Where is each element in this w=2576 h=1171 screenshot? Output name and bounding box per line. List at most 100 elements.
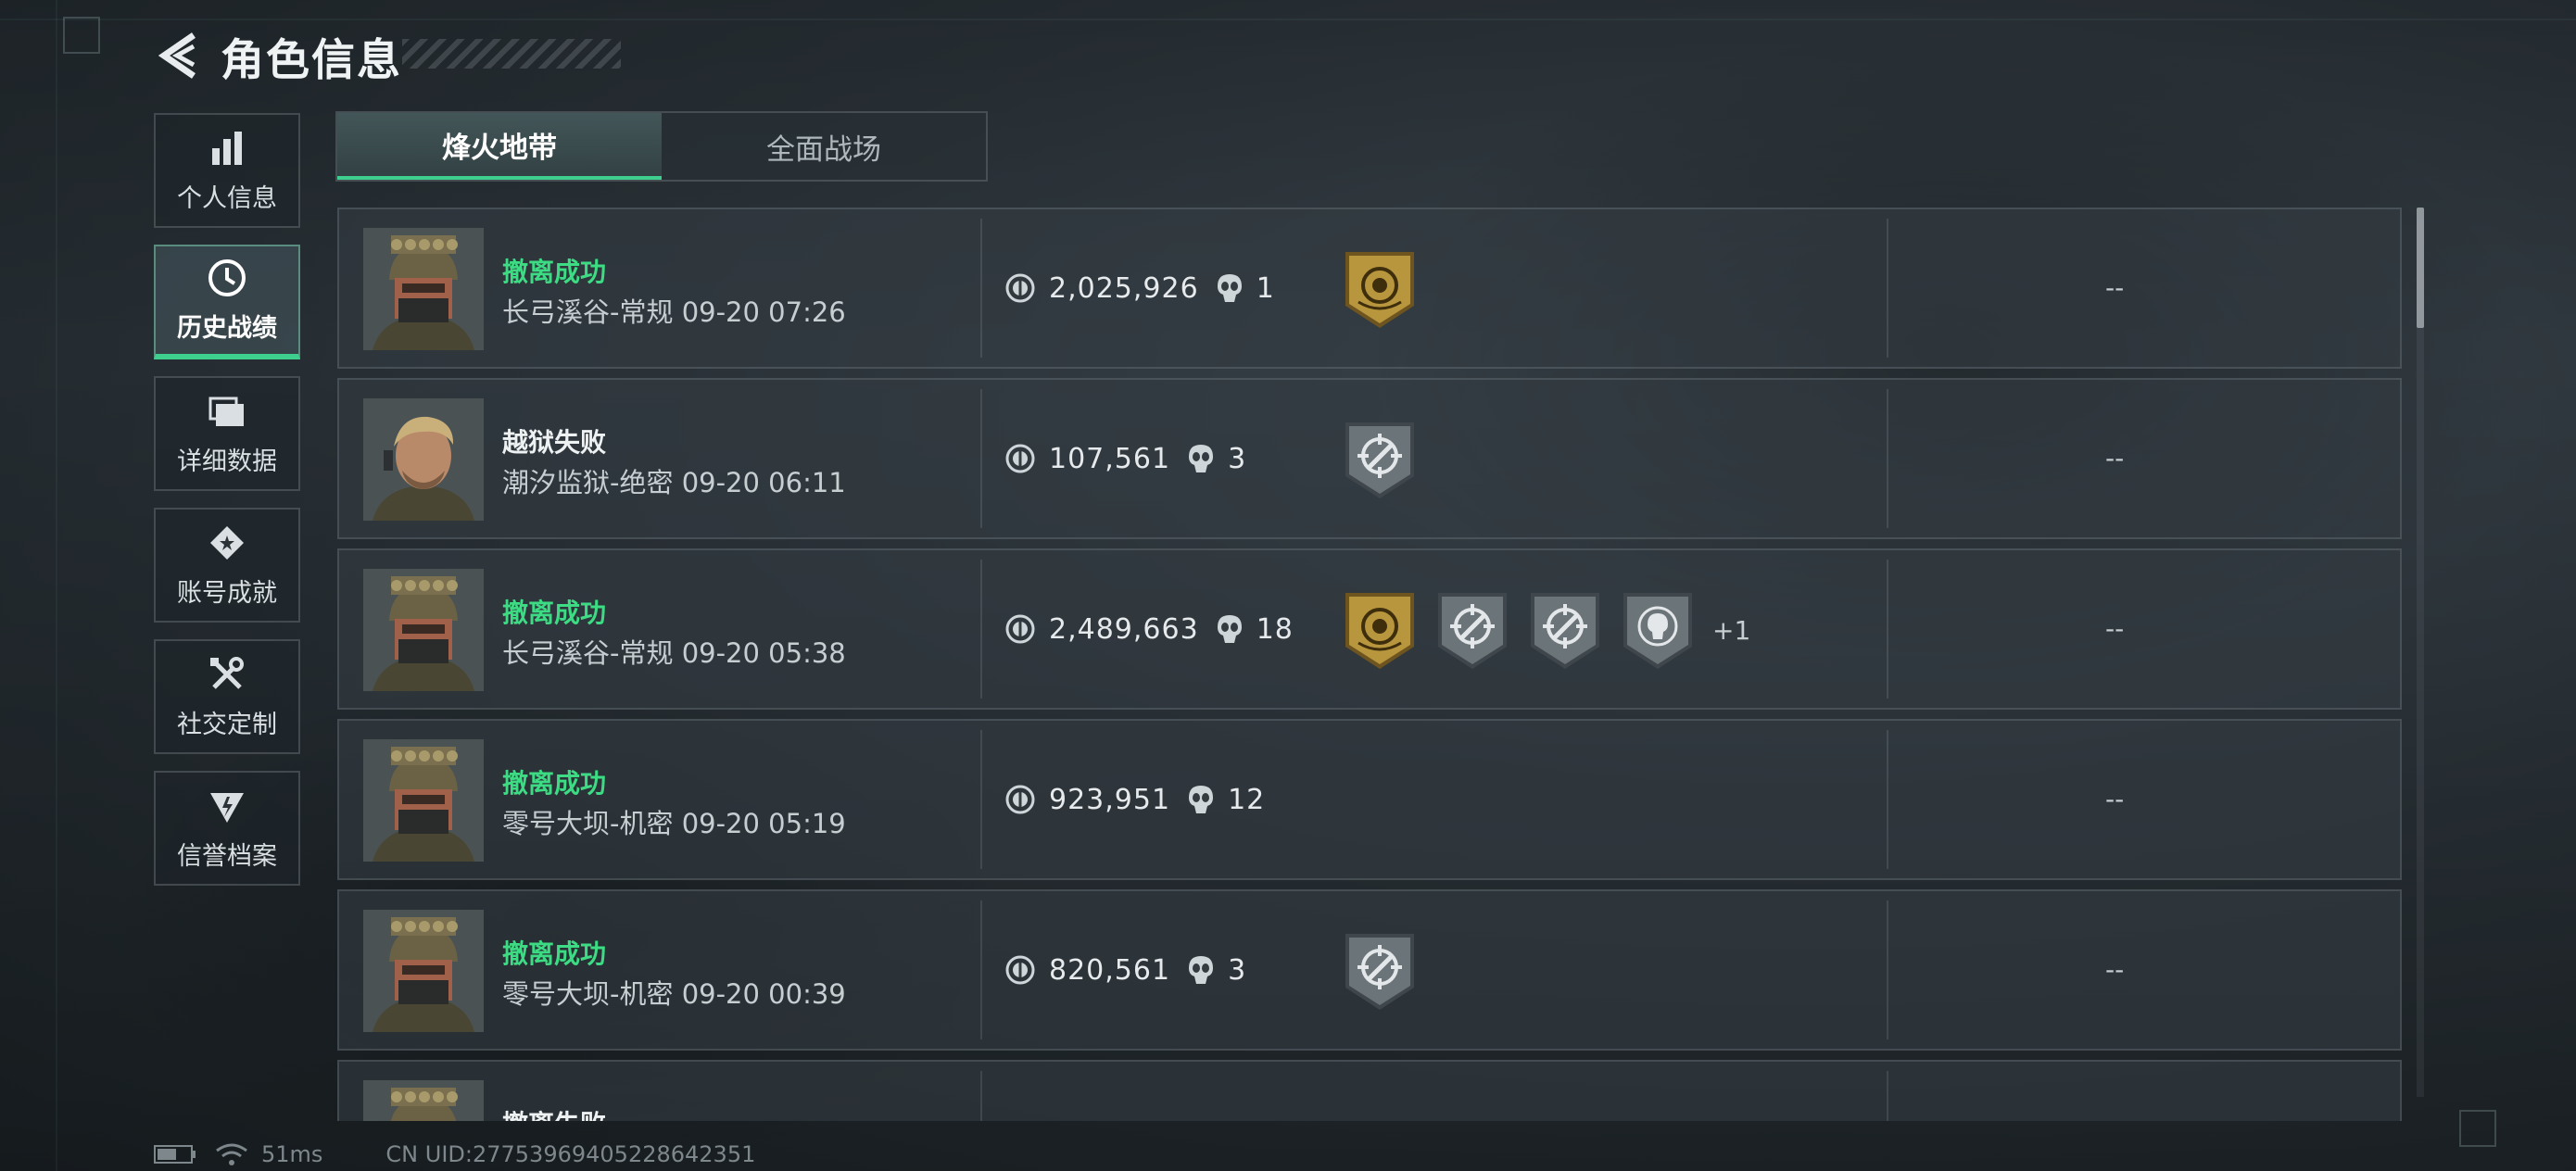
record-row[interactable]: 撤离成功 长弓溪谷-常规 09-20 05:38 2,489,663 18 +1 --	[337, 548, 2402, 710]
record-map: 潮汐监狱-绝密	[502, 467, 674, 498]
record-map: 长弓溪谷-常规	[502, 637, 674, 669]
record-kills: 3	[1228, 442, 1247, 475]
corner-bracket	[2459, 1110, 2496, 1147]
record-meta: 长弓溪谷-常规 09-20 07:26	[502, 291, 846, 330]
record-status: 撤离成功	[502, 598, 607, 628]
page-header: 角色信息	[154, 26, 402, 86]
record-stats: 820,561 3	[1004, 891, 1246, 1049]
record-map: 零号大坝-机密	[502, 808, 674, 839]
record-row[interactable]: 撤离失败	[337, 1060, 2402, 1121]
record-badges: +1	[1342, 589, 1750, 671]
sidebar-item-label: 历史战绩	[177, 313, 277, 343]
achievement-icon	[210, 525, 244, 560]
record-badges	[1342, 930, 1434, 1012]
column-divider	[1887, 1071, 1888, 1121]
record-status: 撤离成功	[502, 768, 607, 799]
column-divider	[980, 219, 982, 358]
clock-icon	[208, 258, 246, 296]
crosshair-badge-icon[interactable]	[1527, 589, 1603, 671]
bar-chart-icon	[212, 131, 242, 165]
tab-warzone[interactable]: 烽火地带	[337, 113, 662, 180]
separator	[673, 296, 681, 328]
record-kills: 1	[1256, 271, 1275, 305]
ping-value: 51ms	[261, 1141, 323, 1167]
record-kills: 12	[1228, 783, 1266, 816]
user-uid: CN UID:27753969405228642351	[385, 1141, 756, 1167]
record-status: 撤离成功	[502, 257, 607, 287]
sidebar-item-achievements[interactable]: 账号成就	[154, 508, 300, 623]
crosshair-badge-icon[interactable]	[1342, 930, 1418, 1012]
sidebar-item-label: 社交定制	[177, 710, 277, 739]
column-divider	[1887, 389, 1888, 528]
record-meta: 零号大坝-机密 09-20 05:19	[502, 802, 846, 841]
sidebar-item-label: 信誉档案	[177, 841, 277, 871]
record-meta: 零号大坝-机密 09-20 00:39	[502, 973, 846, 1012]
corner-bracket	[63, 17, 100, 54]
more-badges-count[interactable]: +1	[1712, 615, 1750, 646]
record-map: 零号大坝-机密	[502, 978, 674, 1010]
coin-icon	[1005, 955, 1035, 985]
record-value: 107,561	[1049, 442, 1171, 475]
separator	[673, 808, 681, 839]
sidebar: 个人信息 历史战绩 详细数据 账号成就 社交定制 信誉档案	[154, 113, 302, 902]
tab-full-battlefield[interactable]: 全面战场	[662, 113, 986, 180]
record-value: 923,951	[1049, 783, 1171, 816]
operator-avatar-helmet	[363, 910, 484, 1032]
avatar	[363, 569, 484, 691]
coin-icon	[1005, 614, 1035, 644]
record-meta: 长弓溪谷-常规 09-20 05:38	[502, 632, 846, 671]
skull-icon	[1189, 445, 1214, 472]
scrollbar[interactable]	[2417, 208, 2424, 1097]
sidebar-item-personal-info[interactable]: 个人信息	[154, 113, 300, 228]
separator	[673, 978, 681, 1010]
skull-badge-icon[interactable]	[1620, 589, 1696, 671]
sidebar-item-reputation[interactable]: 信誉档案	[154, 771, 300, 886]
record-value: 2,489,663	[1049, 612, 1199, 646]
record-extra: --	[2105, 784, 2125, 814]
operator-avatar-helmet	[363, 228, 484, 350]
sidebar-item-history[interactable]: 历史战绩	[154, 245, 300, 359]
tools-icon	[210, 656, 244, 689]
sidebar-item-social[interactable]: 社交定制	[154, 639, 300, 754]
column-divider	[980, 900, 982, 1039]
record-time: 09-20 00:39	[681, 978, 846, 1010]
record-extra: --	[2105, 443, 2125, 473]
avatar	[363, 739, 484, 862]
record-badges	[1342, 419, 1434, 500]
record-kills: 3	[1228, 953, 1247, 987]
record-row[interactable]: 撤离成功 零号大坝-机密 09-20 05:19 923,951 12 --	[337, 719, 2402, 880]
coin-icon	[1005, 444, 1035, 473]
crosshair-badge-icon[interactable]	[1434, 589, 1510, 671]
record-row[interactable]: 撤离成功长弓溪谷-常规 09-20 07:26 2,025,926 1 --	[337, 208, 2402, 369]
record-time: 09-20 05:19	[681, 808, 846, 839]
battery-icon	[154, 1145, 196, 1164]
record-stats: 107,561 3	[1004, 380, 1246, 537]
record-time: 09-20 05:38	[681, 637, 846, 669]
sidebar-item-detail-data[interactable]: 详细数据	[154, 376, 300, 491]
page-title: 角色信息	[221, 34, 402, 86]
grid-line	[0, 19, 2576, 20]
record-status: 撤离失败	[502, 1104, 606, 1121]
record-extra: --	[2105, 272, 2125, 303]
operator-avatar-blond	[363, 398, 484, 521]
record-extra: --	[2105, 954, 2125, 985]
skull-icon	[1217, 615, 1242, 643]
record-status: 撤离成功	[502, 938, 607, 969]
gold-badge-icon[interactable]	[1342, 248, 1418, 330]
scrollbar-thumb[interactable]	[2417, 208, 2424, 328]
sidebar-item-label: 个人信息	[177, 183, 277, 213]
reputation-icon	[210, 792, 244, 823]
avatar	[363, 1080, 484, 1121]
record-value: 2,025,926	[1049, 271, 1199, 305]
record-time: 09-20 06:11	[681, 467, 846, 498]
back-button[interactable]	[154, 30, 202, 82]
record-row[interactable]: 撤离成功零号大坝-机密 09-20 00:39 820,561 3 --	[337, 889, 2402, 1051]
record-row[interactable]: 越狱失败 潮汐监狱-绝密 09-20 06:11 107,561 3 --	[337, 378, 2402, 539]
record-kills: 18	[1256, 612, 1294, 646]
gold-badge-icon[interactable]	[1342, 589, 1418, 671]
coin-icon	[1005, 273, 1035, 303]
operator-avatar-helmet	[363, 739, 484, 862]
mode-tabs: 烽火地带 全面战场	[335, 111, 988, 182]
crosshair-badge-icon[interactable]	[1342, 419, 1418, 500]
back-arrow-icon	[158, 32, 196, 79]
